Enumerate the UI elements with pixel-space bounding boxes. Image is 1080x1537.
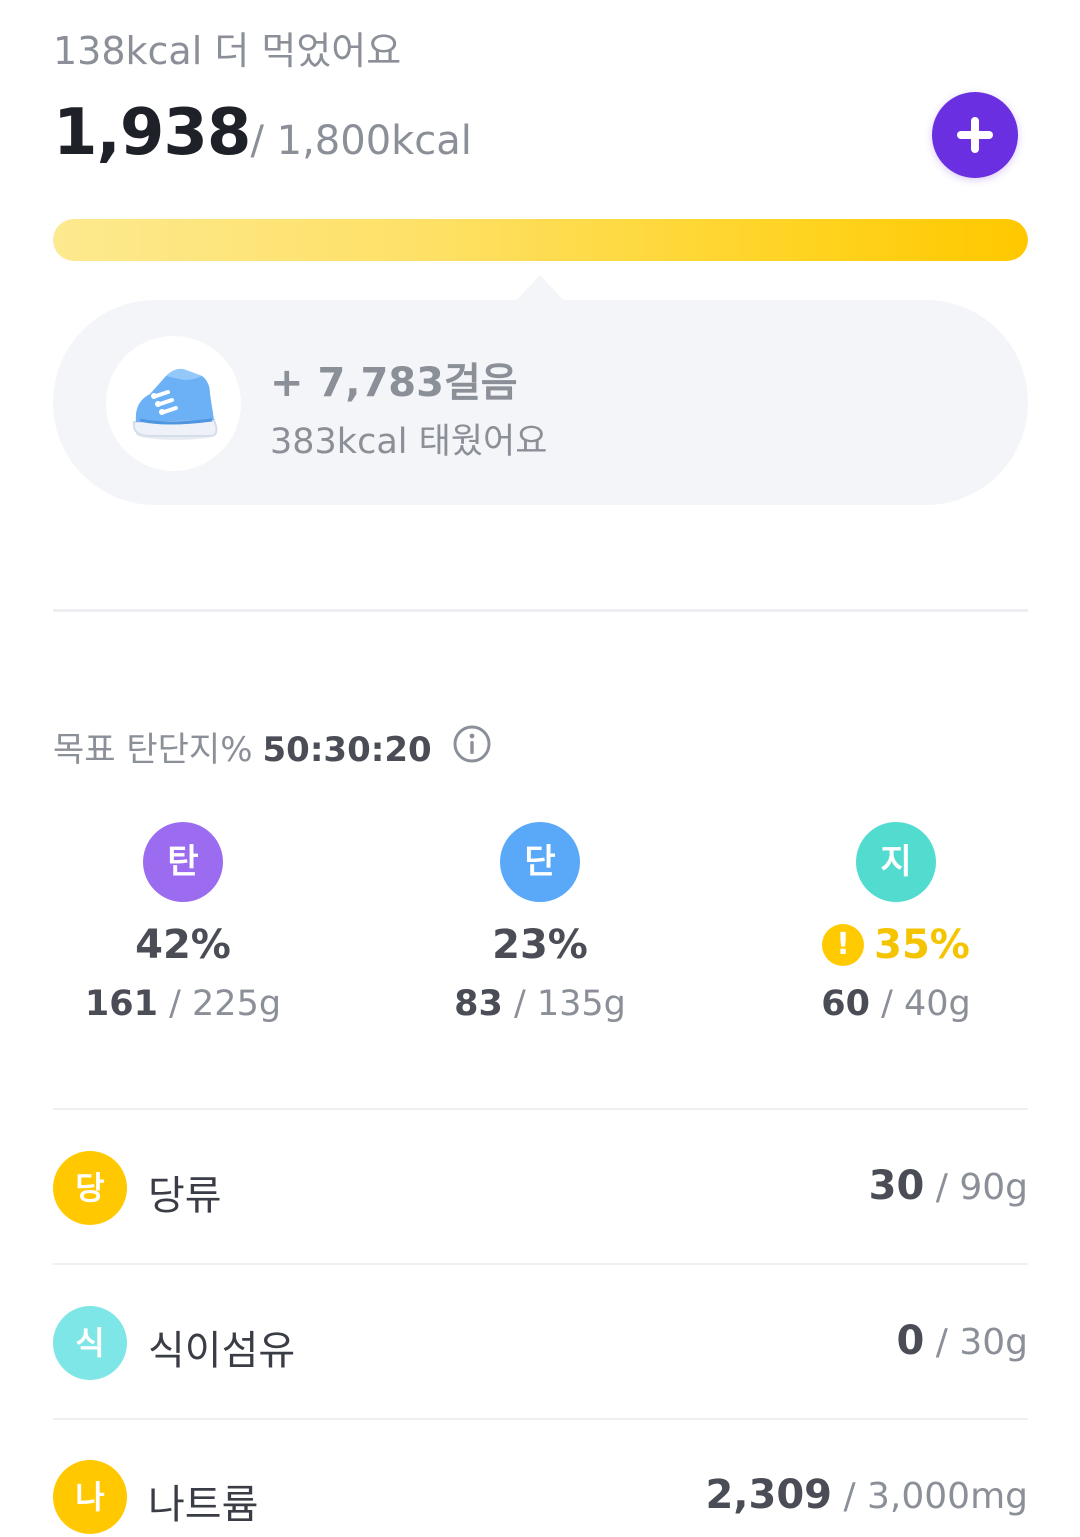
- plus-icon: [957, 117, 993, 153]
- macro-percent-carbs: 42%: [135, 922, 231, 968]
- macro-badge-fat: 지: [856, 822, 936, 902]
- steps-count: + 7,783걸음: [270, 360, 518, 406]
- warning-icon: !: [822, 924, 865, 966]
- macro-goal-fat: / 40g: [869, 984, 971, 1024]
- macro-goal-carbs: / 225g: [157, 984, 282, 1024]
- nutrient-row-fiber[interactable]: 식 식이섬유 0 / 30g: [53, 1306, 1028, 1380]
- sneaker-icon: [132, 368, 218, 440]
- calorie-summary: 1,938/ 1,800kcal: [53, 96, 472, 170]
- goal-calories: / 1,800kcal: [250, 118, 472, 164]
- macro-ratio-label: 목표 탄단지%: [53, 730, 253, 770]
- nutrient-badge-sugar: 당: [53, 1151, 127, 1225]
- macro-ratio-row: 목표 탄단지% 50:30:20: [53, 722, 432, 771]
- calorie-progress-fill: [53, 219, 1028, 261]
- macro-ratio-value: 50:30:20: [262, 730, 432, 770]
- info-icon[interactable]: [453, 725, 491, 763]
- row-divider: [53, 1263, 1028, 1265]
- nutrient-current-sodium: 2,309: [705, 1472, 832, 1518]
- macro-current-fat: 60: [821, 984, 870, 1024]
- nutrient-goal-sugar: / 90g: [924, 1167, 1028, 1208]
- nutrient-badge-sodium: 나: [53, 1460, 127, 1534]
- sneaker-icon-container: [106, 336, 241, 471]
- section-divider: [53, 609, 1028, 612]
- nutrient-goal-sodium: / 3,000mg: [832, 1476, 1028, 1517]
- macro-badge-carbs: 탄: [143, 822, 223, 902]
- macro-percent-fat-row: ! 35%: [746, 922, 1046, 968]
- current-calories: 1,938: [53, 96, 251, 170]
- nutrient-label-sodium: 나트륨: [148, 1482, 259, 1528]
- macro-current-protein: 83: [454, 984, 503, 1024]
- add-food-button[interactable]: [932, 92, 1018, 178]
- nutrient-label-sugar: 당류: [148, 1173, 222, 1219]
- over-calorie-text: 138kcal 더 먹었어요: [53, 29, 402, 73]
- nutrient-amount-sodium: 2,309 / 3,000mg: [705, 1472, 1028, 1518]
- nutrient-row-sugar[interactable]: 당 당류 30 / 90g: [53, 1151, 1028, 1225]
- macro-percent-protein: 23%: [492, 922, 588, 968]
- macro-amount-carbs: 161 / 225g: [33, 984, 333, 1024]
- nutrient-badge-fiber: 식: [53, 1306, 127, 1380]
- nutrient-label-fiber: 식이섬유: [148, 1328, 296, 1374]
- burned-calories-text: 383kcal 태웠어요: [270, 422, 548, 462]
- nutrient-amount-fiber: 0 / 30g: [896, 1318, 1028, 1364]
- steps-card-pointer: [514, 275, 566, 303]
- macro-fat[interactable]: 지 ! 35% 60 / 40g: [746, 822, 1046, 1024]
- nutrient-row-sodium[interactable]: 나 나트륨 2,309 / 3,000mg: [53, 1460, 1028, 1534]
- row-divider: [53, 1418, 1028, 1420]
- macro-badge-protein: 단: [500, 822, 580, 902]
- nutrient-goal-fiber: / 30g: [924, 1322, 1028, 1363]
- nutrient-amount-sugar: 30 / 90g: [869, 1163, 1028, 1209]
- macro-carbs[interactable]: 탄 42% 161 / 225g: [33, 822, 333, 1024]
- macro-amount-fat: 60 / 40g: [746, 984, 1046, 1024]
- macro-percent-fat: 35%: [874, 922, 970, 968]
- macro-current-carbs: 161: [84, 984, 158, 1024]
- nutrient-current-fiber: 0: [896, 1318, 925, 1364]
- nutrient-current-sugar: 30: [868, 1163, 925, 1209]
- macro-protein[interactable]: 단 23% 83 / 135g: [390, 822, 690, 1024]
- macro-amount-protein: 83 / 135g: [390, 984, 690, 1024]
- row-divider: [53, 1108, 1028, 1110]
- macro-goal-protein: / 135g: [502, 984, 626, 1024]
- calorie-progress-bar: [53, 219, 1028, 261]
